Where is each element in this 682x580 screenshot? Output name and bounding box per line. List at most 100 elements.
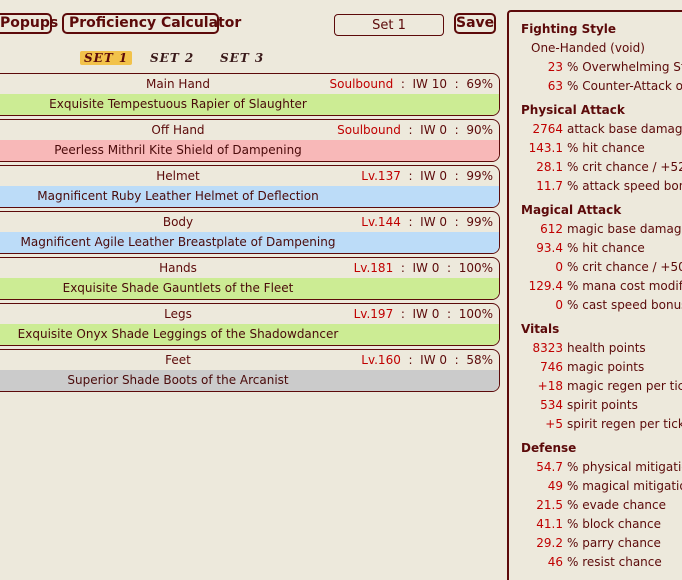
proficiency-calculator-button[interactable]: Proficiency Calculator	[62, 13, 241, 34]
slot-item-row[interactable]: Exquisite Shade Gauntlets of the Fleet	[0, 278, 499, 299]
stat-label: % Overwhelming Strikes	[567, 60, 682, 74]
stat-value: 49	[547, 479, 563, 493]
slot-header: Body Lv.144 : IW 0 : 99%	[0, 212, 499, 232]
slot-condition: 100%	[458, 261, 493, 275]
slot-helmet[interactable]: Helmet Lv.137 : IW 0 : 99% Magnificent Rub…	[0, 165, 500, 208]
slot-body[interactable]: Body Lv.144 : IW 0 : 99% Magnificent Agile…	[0, 211, 500, 254]
stat-value: 8323	[532, 341, 563, 355]
stat-value: 93.4	[536, 241, 563, 255]
slot-meta: Soulbound : IW 0 : 90%	[337, 123, 493, 137]
slot-meta: Lv.181 : IW 0 : 100%	[353, 261, 493, 275]
set-name-input[interactable]	[334, 14, 444, 36]
slot-tag: Lv.144	[361, 215, 401, 229]
vitals-stat: +18 magic regen per tick	[509, 379, 682, 393]
vitals-stat: 534 spirit points	[509, 398, 638, 412]
stat-value: 129.4	[528, 279, 563, 293]
physical-attack-stat: 143.1 % hit chance	[509, 141, 645, 155]
slot-feet[interactable]: Feet Lv.160 : IW 0 : 58% Superior Shade Bo…	[0, 349, 500, 392]
stat-label: % hit chance	[567, 241, 645, 255]
slot-item-row[interactable]: Exquisite Tempestuous Rapier of Slaughte…	[0, 94, 499, 115]
stat-label: % hit chance	[567, 141, 645, 155]
slot-item-row[interactable]: Superior Shade Boots of the Arcanist	[0, 370, 499, 391]
stat-value: 612	[540, 222, 563, 236]
stat-value: 63	[547, 79, 563, 93]
stat-value: 23	[547, 60, 563, 74]
vitals-title: Vitals	[521, 322, 560, 336]
defense-stat: 54.7 % physical mitigation	[509, 460, 682, 474]
slot-hands[interactable]: Hands Lv.181 : IW 0 : 100% Exquisite Shade…	[0, 257, 500, 300]
slot-tag: Lv.197	[353, 307, 394, 321]
tab-set-2[interactable]: SET 2	[150, 51, 194, 65]
slot-item-name[interactable]: Exquisite Shade Gauntlets of the Fleet	[0, 278, 363, 299]
vitals-stat: 746 magic points	[509, 360, 644, 374]
slot-iw: IW 0	[420, 123, 448, 137]
slot-meta: Lv.137 : IW 0 : 99%	[361, 169, 493, 183]
stat-label: % cast speed bonus	[567, 298, 682, 312]
vitals-stat: 8323 health points	[509, 341, 645, 355]
slot-main-hand[interactable]: Main Hand Soulbound : IW 10 : 69% Exquisit…	[0, 73, 500, 116]
slot-item-name[interactable]: Magnificent Ruby Leather Helmet of Defle…	[0, 186, 363, 207]
slot-iw: IW 0	[420, 169, 448, 183]
slot-title: Feet	[165, 353, 191, 367]
stat-value: +5	[545, 417, 563, 431]
slot-off-hand[interactable]: Off Hand Soulbound : IW 0 : 90% Peerless M…	[0, 119, 500, 162]
stat-label: magic regen per tick	[567, 379, 682, 393]
stat-value: 11.7	[536, 179, 563, 193]
defense-stat: 46 % resist chance	[509, 555, 662, 569]
stat-value: 54.7	[536, 460, 563, 474]
slot-item-row[interactable]: Peerless Mithril Kite Shield of Dampenin…	[0, 140, 499, 161]
slot-item-row[interactable]: Magnificent Agile Leather Breastplate of…	[0, 232, 499, 253]
fighting-style-title: Fighting Style	[521, 22, 617, 36]
save-button[interactable]: Save	[454, 13, 496, 34]
stat-value: 46	[547, 555, 563, 569]
slot-title: Main Hand	[145, 77, 211, 91]
stat-label: % attack speed bonus	[567, 179, 682, 193]
slot-meta: Lv.197 : IW 0 : 100%	[353, 307, 493, 321]
stat-label: % crit chance / +50 %	[567, 260, 682, 274]
slot-item-name[interactable]: Peerless Mithril Kite Shield of Dampenin…	[0, 140, 363, 161]
tab-set-3[interactable]: SET 3	[220, 51, 264, 65]
slot-item-name[interactable]: Magnificent Agile Leather Breastplate of…	[0, 232, 363, 253]
slot-header: Legs Lv.197 : IW 0 : 100%	[0, 304, 499, 324]
slot-item-name[interactable]: Exquisite Tempestuous Rapier of Slaughte…	[0, 94, 363, 115]
slot-legs[interactable]: Legs Lv.197 : IW 0 : 100% Exquisite Onyx S…	[0, 303, 500, 346]
slot-meta: Soulbound : IW 10 : 69%	[329, 77, 493, 91]
stats-panel: Fighting Style One-Handed (void) 23 % Overw…	[507, 10, 682, 580]
stat-label: % magical mitigation	[567, 479, 682, 493]
defense-title: Defense	[521, 441, 577, 455]
slot-header: Off Hand Soulbound : IW 0 : 90%	[0, 120, 499, 140]
stat-label: spirit points	[567, 398, 638, 412]
slot-item-row[interactable]: Magnificent Ruby Leather Helmet of Defle…	[0, 186, 499, 207]
stat-label: magic base damage	[567, 222, 682, 236]
stat-value: 0	[555, 260, 563, 274]
stat-label: % physical mitigation	[567, 460, 682, 474]
fighting-style-stat: 63 % Counter-Attack on block	[509, 79, 682, 93]
slot-header: Main Hand Soulbound : IW 10 : 69%	[0, 74, 499, 94]
stat-label: % crit chance / +52 %	[567, 160, 682, 174]
stat-label: % Counter-Attack on block	[567, 79, 682, 93]
tab-set-1[interactable]: SET 1	[80, 51, 133, 65]
defense-stat: 29.2 % parry chance	[509, 536, 661, 550]
stat-label: % resist chance	[567, 555, 662, 569]
slot-title: Legs	[164, 307, 192, 321]
stat-value: +18	[537, 379, 563, 393]
stat-value: 746	[540, 360, 563, 374]
slot-header: Hands Lv.181 : IW 0 : 100%	[0, 258, 499, 278]
vitals-stat: +5 spirit regen per tick	[509, 417, 682, 431]
slot-item-name[interactable]: Superior Shade Boots of the Arcanist	[0, 370, 363, 391]
stat-value: 143.1	[528, 141, 563, 155]
slot-condition: 99%	[466, 169, 493, 183]
slot-condition: 99%	[466, 215, 493, 229]
slot-meta: Lv.160 : IW 0 : 58%	[361, 353, 493, 367]
magical-attack-stat: 0 % crit chance / +50 %	[509, 260, 682, 274]
physical-attack-stat: 28.1 % crit chance / +52 %	[509, 160, 682, 174]
physical-attack-stat: 11.7 % attack speed bonus	[509, 179, 682, 193]
defense-stat: 21.5 % evade chance	[509, 498, 666, 512]
physical-attack-title: Physical Attack	[521, 103, 625, 117]
slot-tag: Soulbound	[337, 123, 401, 137]
slot-item-name[interactable]: Exquisite Onyx Shade Leggings of the Sha…	[0, 324, 363, 345]
popups-button[interactable]: Popups	[0, 13, 58, 34]
slot-meta: Lv.144 : IW 0 : 99%	[361, 215, 493, 229]
stat-value: 28.1	[536, 160, 563, 174]
slot-item-row[interactable]: Exquisite Onyx Shade Leggings of the Sha…	[0, 324, 499, 345]
